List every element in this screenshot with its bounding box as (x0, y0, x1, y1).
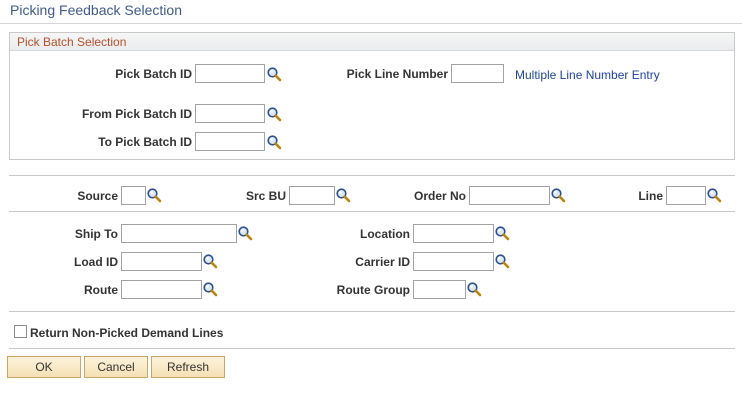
to-pick-batch-id-label: To Pick Batch ID (98, 135, 192, 149)
pick-batch-id-input[interactable] (195, 64, 265, 83)
src-bu-label: Src BU (245, 189, 286, 203)
pick-batch-id-label: Pick Batch ID (115, 67, 192, 81)
pick-batch-id-lookup-icon[interactable] (266, 66, 282, 82)
route-input[interactable] (121, 280, 202, 299)
line-input[interactable] (666, 186, 706, 205)
multiple-line-number-entry-link[interactable]: Multiple Line Number Entry (515, 68, 660, 82)
return-non-picked-label: Return Non-Picked Demand Lines (30, 326, 224, 340)
from-pick-batch-id-lookup-icon[interactable] (266, 106, 282, 122)
src-bu-lookup-icon[interactable] (335, 187, 351, 203)
carrier-id-label: Carrier ID (355, 255, 410, 269)
order-no-label: Order No (413, 189, 466, 203)
source-lookup-icon[interactable] (146, 187, 162, 203)
route-lookup-icon[interactable] (202, 281, 218, 297)
return-non-picked-checkbox[interactable] (14, 325, 27, 338)
location-label: Location (360, 227, 410, 241)
refresh-button[interactable]: Refresh (151, 356, 225, 378)
page-title: Picking Feedback Selection (10, 2, 182, 18)
section-divider-3 (9, 311, 735, 312)
route-label: Route (84, 283, 118, 297)
ship-to-input[interactable] (121, 224, 237, 243)
line-lookup-icon[interactable] (706, 187, 722, 203)
order-no-lookup-icon[interactable] (550, 187, 566, 203)
src-bu-input[interactable] (289, 186, 335, 205)
carrier-id-input[interactable] (413, 252, 494, 271)
section-divider-2 (9, 211, 735, 212)
ok-button[interactable]: OK (7, 356, 81, 378)
from-pick-batch-id-label: From Pick Batch ID (81, 107, 192, 121)
from-pick-batch-id-input[interactable] (195, 104, 265, 123)
to-pick-batch-id-lookup-icon[interactable] (266, 134, 282, 150)
location-lookup-icon[interactable] (494, 225, 510, 241)
location-input[interactable] (413, 224, 494, 243)
ship-to-label: Ship To (74, 227, 118, 241)
pick-line-number-label: Pick Line Number (346, 67, 448, 81)
source-input[interactable] (121, 186, 146, 205)
source-label: Source (77, 189, 118, 203)
section-divider-4 (9, 348, 735, 349)
route-group-label: Route Group (336, 283, 410, 297)
to-pick-batch-id-input[interactable] (195, 132, 265, 151)
load-id-input[interactable] (121, 252, 202, 271)
load-id-label: Load ID (74, 255, 118, 269)
route-group-input[interactable] (413, 280, 466, 299)
cancel-button[interactable]: Cancel (84, 356, 148, 378)
line-label: Line (638, 189, 663, 203)
section-divider-1 (9, 175, 735, 176)
pick-line-number-input[interactable] (451, 64, 504, 83)
ship-to-lookup-icon[interactable] (237, 225, 253, 241)
title-divider (0, 23, 742, 24)
pick-batch-group-title: Pick Batch Selection (17, 35, 127, 49)
order-no-input[interactable] (469, 186, 550, 205)
load-id-lookup-icon[interactable] (202, 253, 218, 269)
route-group-lookup-icon[interactable] (466, 281, 482, 297)
carrier-id-lookup-icon[interactable] (494, 253, 510, 269)
